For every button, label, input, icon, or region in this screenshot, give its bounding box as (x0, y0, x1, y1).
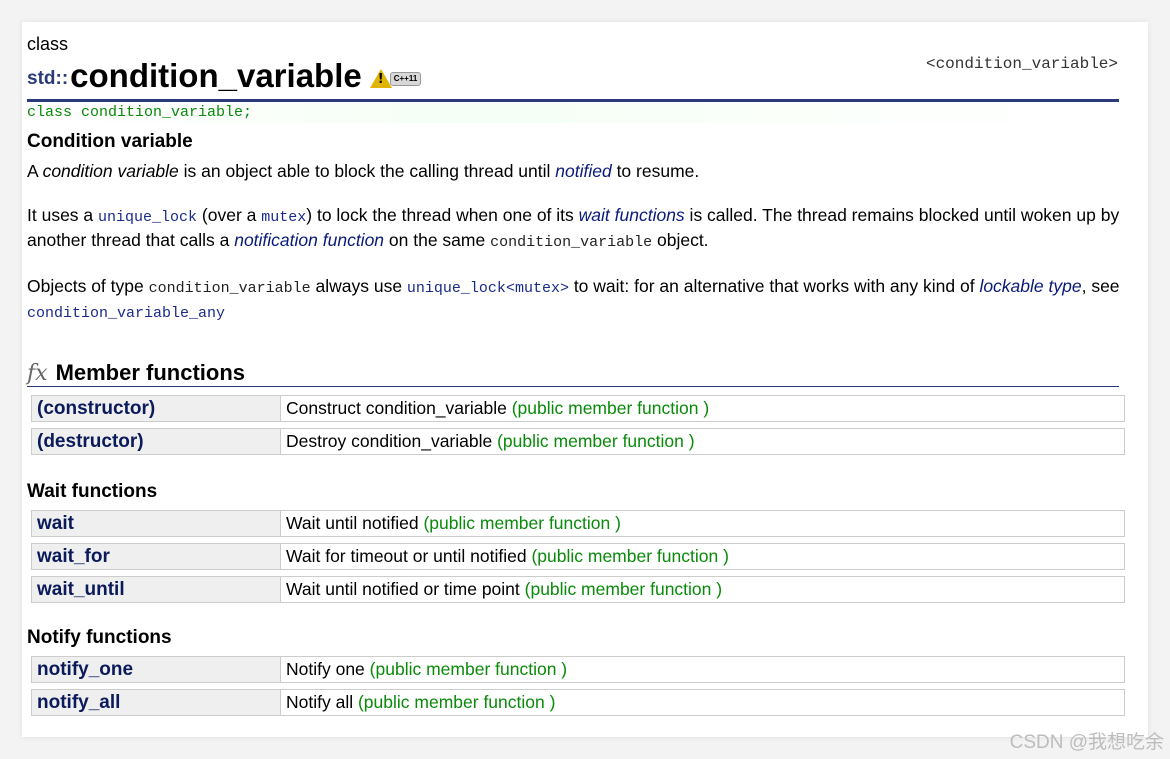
member-type: (public member function ) (497, 431, 695, 451)
description-paragraph-3: Objects of type condition_variable alway… (27, 276, 1120, 322)
member-type: (public member function ) (531, 546, 729, 566)
member-type: (public member function ) (524, 579, 723, 599)
notified-link[interactable]: notified (555, 161, 611, 181)
member-name-link[interactable]: wait_for (32, 544, 281, 569)
member-name-link[interactable]: wait_until (32, 577, 281, 602)
member-description: Wait for timeout or until notified (publ… (286, 546, 729, 566)
description-paragraph-1: A condition variable is an object able t… (27, 161, 700, 181)
member-description: Wait until notified or time point (publi… (286, 579, 723, 599)
description: Condition variable A condition variable … (27, 130, 1122, 346)
description-heading: Condition variable (27, 131, 193, 152)
notify-functions-title: Notify functions (27, 627, 172, 648)
title-divider (27, 99, 1119, 102)
cpp11-badge[interactable]: ! C++11 (369, 69, 422, 94)
condition-variable-any-link[interactable]: condition_variable_any (27, 305, 225, 322)
header-file-link[interactable]: <condition_variable> (926, 55, 1118, 73)
lockable-type-link[interactable]: lockable type (979, 276, 1081, 296)
member-type: (public member function ) (511, 398, 710, 418)
wait-functions-link[interactable]: wait functions (579, 205, 685, 225)
section-title: Member functions (55, 360, 246, 385)
member-table-wait: wait Wait until notified (public member … (31, 510, 1125, 609)
member-description: Notify all (public member function ) (286, 692, 556, 712)
cpp11-label: C++11 (389, 71, 422, 86)
class-name-inline: condition_variable (148, 280, 311, 297)
member-functions-header: fx Member functions (27, 360, 1119, 387)
member-description: Construct condition_variable (public mem… (286, 398, 710, 418)
member-description: Destroy condition_variable (public membe… (286, 431, 695, 451)
member-type: (public member function ) (423, 513, 621, 533)
watermark: CSDN @我想吃余 (1009, 732, 1164, 753)
table-row[interactable]: notify_all Notify all (public member fun… (31, 689, 1125, 716)
table-row[interactable]: (constructor) Construct condition_variab… (31, 395, 1125, 422)
class-name-inline: condition_variable (490, 234, 653, 251)
page-title: std:: condition_variable ! C++11 (27, 54, 422, 94)
table-row[interactable]: wait Wait until notified (public member … (31, 510, 1125, 537)
table-row[interactable]: wait_until Wait until notified or time p… (31, 576, 1125, 603)
table-row[interactable]: (destructor) Destroy condition_variable … (31, 428, 1125, 455)
member-name-link[interactable]: wait (32, 511, 281, 536)
reference-page: class std:: condition_variable ! C++11 <… (22, 22, 1148, 737)
description-paragraph-2: It uses a unique_lock (over a mutex) to … (27, 205, 1120, 251)
term-condition-variable: condition variable (42, 161, 179, 181)
class-declaration: class condition_variable; (27, 103, 1119, 123)
wait-functions-title: Wait functions (27, 481, 158, 502)
member-name-link[interactable]: notify_all (32, 690, 281, 715)
member-description: Notify one (public member function ) (286, 659, 568, 679)
member-type: (public member function ) (369, 659, 568, 679)
unique-lock-mutex-link[interactable]: unique_lock<mutex> (407, 280, 569, 297)
unique-lock-link[interactable]: unique_lock (98, 209, 197, 226)
member-name-link[interactable]: (constructor) (32, 396, 281, 421)
entity-kind: class (27, 34, 69, 54)
member-type: (public member function ) (357, 692, 556, 712)
member-name-link[interactable]: (destructor) (32, 429, 281, 454)
table-row[interactable]: wait_for Wait for timeout or until notif… (31, 543, 1125, 570)
mutex-link[interactable]: mutex (261, 209, 306, 226)
class-name: condition_variable (70, 57, 362, 94)
notification-function-link[interactable]: notification function (234, 230, 384, 250)
member-name-link[interactable]: notify_one (32, 657, 281, 682)
table-row[interactable]: notify_one Notify one (public member fun… (31, 656, 1125, 683)
function-icon: fx (27, 361, 48, 386)
member-table-main: (constructor) Construct condition_variab… (31, 395, 1125, 461)
member-table-notify: notify_one Notify one (public member fun… (31, 656, 1125, 722)
warning-icon: ! (369, 69, 392, 88)
namespace-prefix[interactable]: std:: (27, 68, 68, 94)
member-description: Wait until notified (public member funct… (286, 513, 621, 533)
